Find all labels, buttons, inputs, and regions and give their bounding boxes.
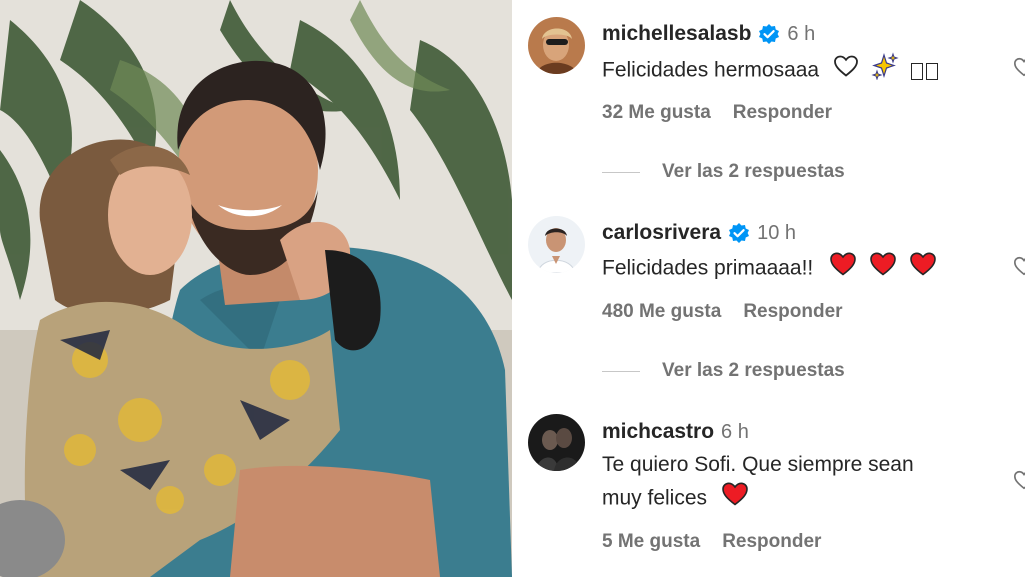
avatar[interactable] xyxy=(528,414,585,471)
comment-meta: 5 Me gusta Responder xyxy=(602,531,821,553)
avatar-image xyxy=(528,17,585,74)
post-photo xyxy=(0,0,512,577)
comment-text: Felicidades primaaaa!! xyxy=(602,251,982,287)
comment-text-line: Te quiero Sofi. Que siempre sean xyxy=(602,453,914,476)
comment-text-content: Felicidades primaaaa!! xyxy=(602,256,814,280)
verified-badge-icon xyxy=(728,222,750,244)
red-heart-emoji-icon xyxy=(909,251,937,287)
comment-time: 6 h xyxy=(787,22,816,45)
comment-text: Felicidades hermosaaa xyxy=(602,52,982,90)
comment-meta: 480 Me gusta Responder xyxy=(602,301,843,323)
reply-button[interactable]: Responder xyxy=(722,531,821,553)
view-replies-button[interactable]: Ver las 2 respuestas xyxy=(662,360,845,382)
like-heart-icon[interactable] xyxy=(1013,56,1025,78)
unrendered-emoji-icon xyxy=(925,62,938,80)
comment-time: 6 h xyxy=(721,420,749,443)
replies-line xyxy=(602,171,640,173)
reply-button[interactable]: Responder xyxy=(733,102,832,124)
red-heart-emoji-icon xyxy=(721,481,749,517)
username-text[interactable]: michcastro xyxy=(602,420,714,444)
like-heart-icon[interactable] xyxy=(1013,255,1025,277)
likes-count[interactable]: 480 Me gusta xyxy=(602,301,721,323)
photo-illustration xyxy=(0,0,512,577)
avatar-image xyxy=(528,216,585,273)
view-replies[interactable]: Ver las 2 respuestas xyxy=(602,161,845,183)
verified-badge-icon xyxy=(758,23,780,45)
replies-line xyxy=(602,370,640,372)
avatar[interactable] xyxy=(528,17,585,74)
comment-username[interactable]: michellesalasb 6 h xyxy=(602,22,815,46)
comment-time: 10 h xyxy=(757,221,797,244)
avatar-image xyxy=(528,414,585,471)
username-text[interactable]: carlosrivera xyxy=(602,221,721,245)
view-replies[interactable]: Ver las 2 respuestas xyxy=(602,360,845,382)
likes-count[interactable]: 32 Me gusta xyxy=(602,102,711,124)
username-text[interactable]: michellesalasb xyxy=(602,22,751,46)
red-heart-emoji-icon xyxy=(829,251,857,287)
unrendered-emoji-icon xyxy=(910,62,923,80)
likes-count[interactable]: 5 Me gusta xyxy=(602,531,700,553)
comments-panel: michellesalasb 6 h Felicidades hermosaaa… xyxy=(516,0,1025,577)
red-heart-emoji-icon xyxy=(869,251,897,287)
comment-text-content: Felicidades hermosaaa xyxy=(602,58,820,82)
comment-meta: 32 Me gusta Responder xyxy=(602,102,832,124)
like-heart-icon[interactable] xyxy=(1013,469,1025,491)
comment-username[interactable]: carlosrivera 10 h xyxy=(602,221,796,245)
comment-text-line-2: muy felices xyxy=(602,481,982,517)
comment-text-content: muy felices xyxy=(602,486,708,510)
reply-button[interactable]: Responder xyxy=(743,301,842,323)
sparkles-emoji-icon xyxy=(871,52,899,90)
comment-text: Te quiero Sofi. Que siempre sean muy fel… xyxy=(602,449,982,517)
avatar[interactable] xyxy=(528,216,585,273)
white-heart-emoji-icon xyxy=(833,54,859,88)
view-replies-button[interactable]: Ver las 2 respuestas xyxy=(662,161,845,183)
comment-username[interactable]: michcastro 6 h xyxy=(602,420,749,444)
